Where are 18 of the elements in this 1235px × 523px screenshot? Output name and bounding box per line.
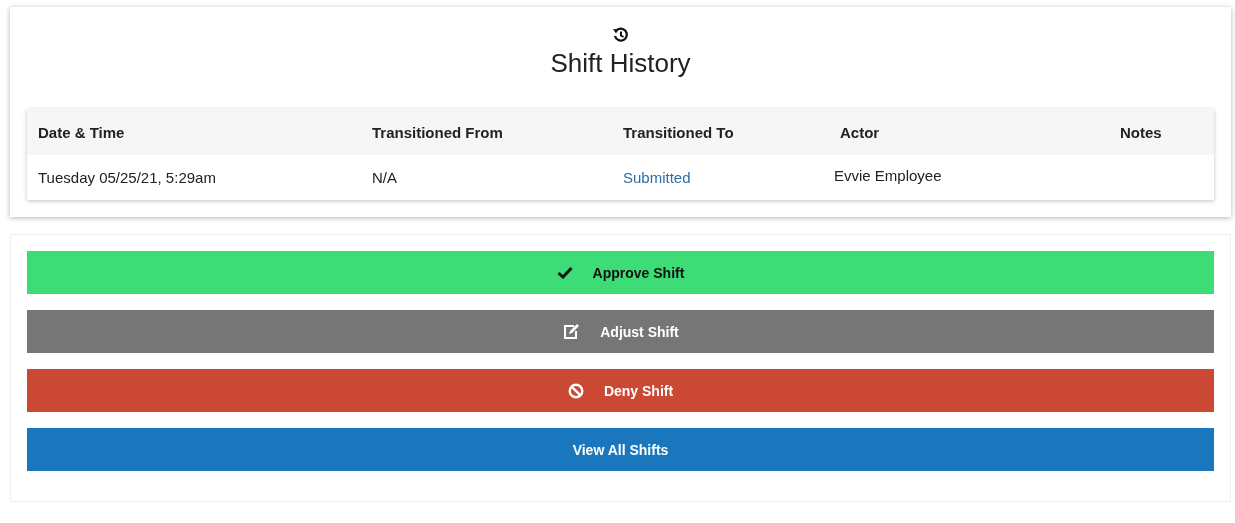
deny-button[interactable]: Deny Shift [27, 369, 1214, 412]
column-header: Transitioned To [623, 123, 734, 141]
column-header: Date & Time [38, 123, 125, 141]
ban-icon [567, 382, 584, 399]
table-cell: Tuesday 05/25/21, 5:29am [38, 169, 216, 186]
table-cell: N/A [372, 169, 397, 186]
check-icon [556, 266, 573, 279]
adjust-button[interactable]: Adjust Shift [27, 310, 1214, 353]
column-header: Transitioned From [372, 123, 503, 141]
column-header: Actor [840, 123, 880, 141]
view-button[interactable]: View All Shifts [27, 428, 1214, 471]
approve-button[interactable]: Approve Shift [27, 251, 1214, 294]
column-header: Notes [1120, 123, 1162, 141]
table-cell: Evvie Employee [834, 167, 942, 184]
card-title: Shift History [550, 48, 691, 79]
history-icon [611, 26, 630, 44]
status-link[interactable]: Submitted [623, 169, 691, 186]
edit-icon [562, 323, 581, 340]
